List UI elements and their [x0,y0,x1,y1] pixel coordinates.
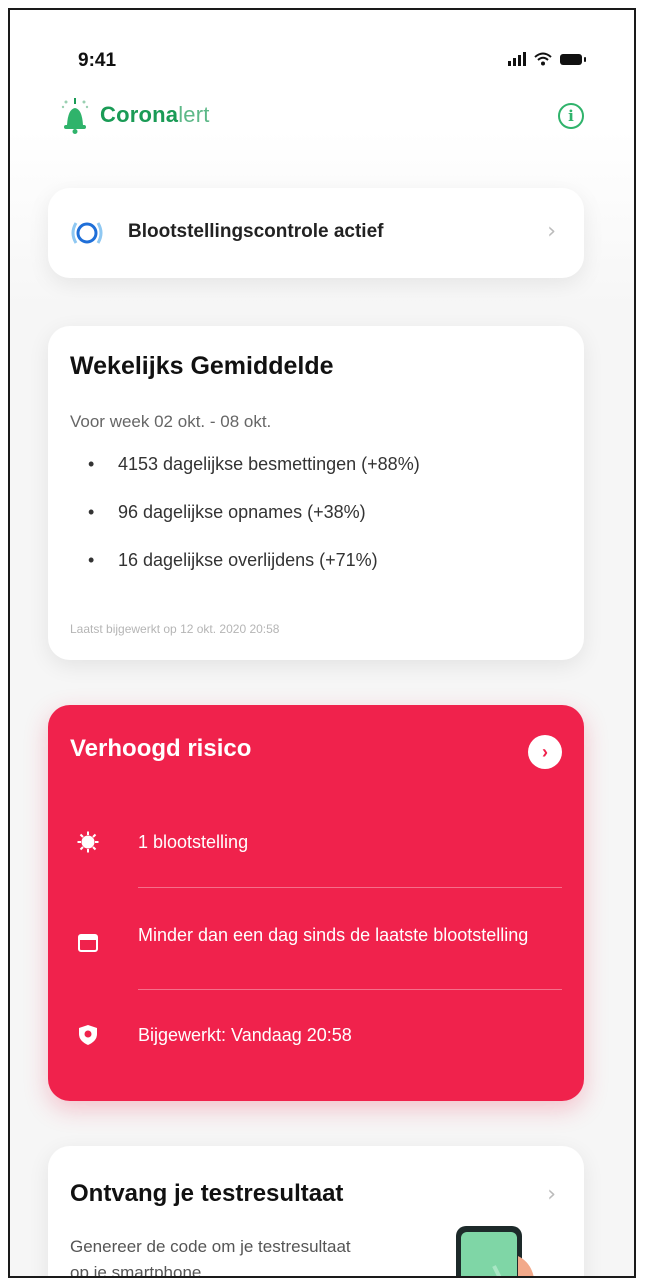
weekly-stats-list: • 4153 dagelijkse besmettingen (+88%) • 96… [70,454,420,598]
weekly-title: Wekelijks Gemiddelde [70,352,334,380]
risk-exposure-count: 1 blootstelling [138,832,249,852]
status-time: 9:41 [78,50,117,71]
app-header: Coronalert i [60,95,584,139]
chevron-right-icon[interactable]: › [528,735,562,769]
exposure-check-card[interactable]: Blootstellingscontrole actief › [48,188,584,278]
signal-icon [508,52,526,66]
test-result-description: Genereer de code om je testresultaat op … [70,1237,351,1278]
chevron-right-icon: › [547,1182,556,1207]
brand-part-1: Corona [100,102,179,127]
risk-card[interactable]: Verhoogd risico › 1 blootstelling Minder… [48,705,584,1101]
risk-title: Verhoogd risico [70,735,252,762]
risk-updated: Bijgewerkt: Vandaag 20:58 [138,1025,352,1045]
chevron-right-icon: › [547,219,556,244]
stat-deaths: 16 dagelijkse overlijdens (+71%) [118,550,378,570]
virus-icon [77,831,99,853]
list-item: • 96 dagelijkse opnames (+38%) [88,502,366,522]
app-logo: Coronalert [60,95,210,135]
info-icon[interactable]: i [558,103,584,129]
weekly-subtitle: Voor week 02 okt. - 08 okt. [70,412,272,431]
calendar-icon [78,934,98,952]
shield-icon [79,1025,97,1045]
brand-part-2: lert [178,102,210,127]
exposure-radar-icon [71,222,103,244]
stat-admissions: 96 dagelijkse opnames (+38%) [118,502,366,522]
exposure-check-label: Blootstellingscontrole actief [128,221,384,242]
status-icons [508,52,586,66]
wifi-icon [534,52,552,66]
battery-icon [560,54,586,65]
phone-in-hand-illustration [456,1226,534,1276]
list-item: • 4153 dagelijkse besmettingen (+88%) [88,454,420,474]
test-result-title: Ontvang je testresultaat [70,1180,344,1207]
risk-last-exposure: Minder dan een dag sinds de laatste bloo… [138,925,529,945]
test-result-card[interactable]: Ontvang je testresultaat › Genereer de c… [48,1146,584,1278]
divider [138,887,562,888]
stat-infections: 4153 dagelijkse besmettingen (+88%) [118,454,420,474]
phone-screen: 9:41 Coronalert i Blootstellingscontrole… [8,8,636,1278]
weekly-updated: Laatst bijgewerkt op 12 okt. 2020 20:58 [70,622,280,636]
app-name: Coronalert [100,102,210,128]
status-bar: 9:41 [10,50,634,80]
weekly-average-card: Wekelijks Gemiddelde Voor week 02 okt. -… [48,326,584,660]
list-item: • 16 dagelijkse overlijdens (+71%) [88,550,378,570]
bell-icon [61,98,89,134]
divider [138,989,562,990]
